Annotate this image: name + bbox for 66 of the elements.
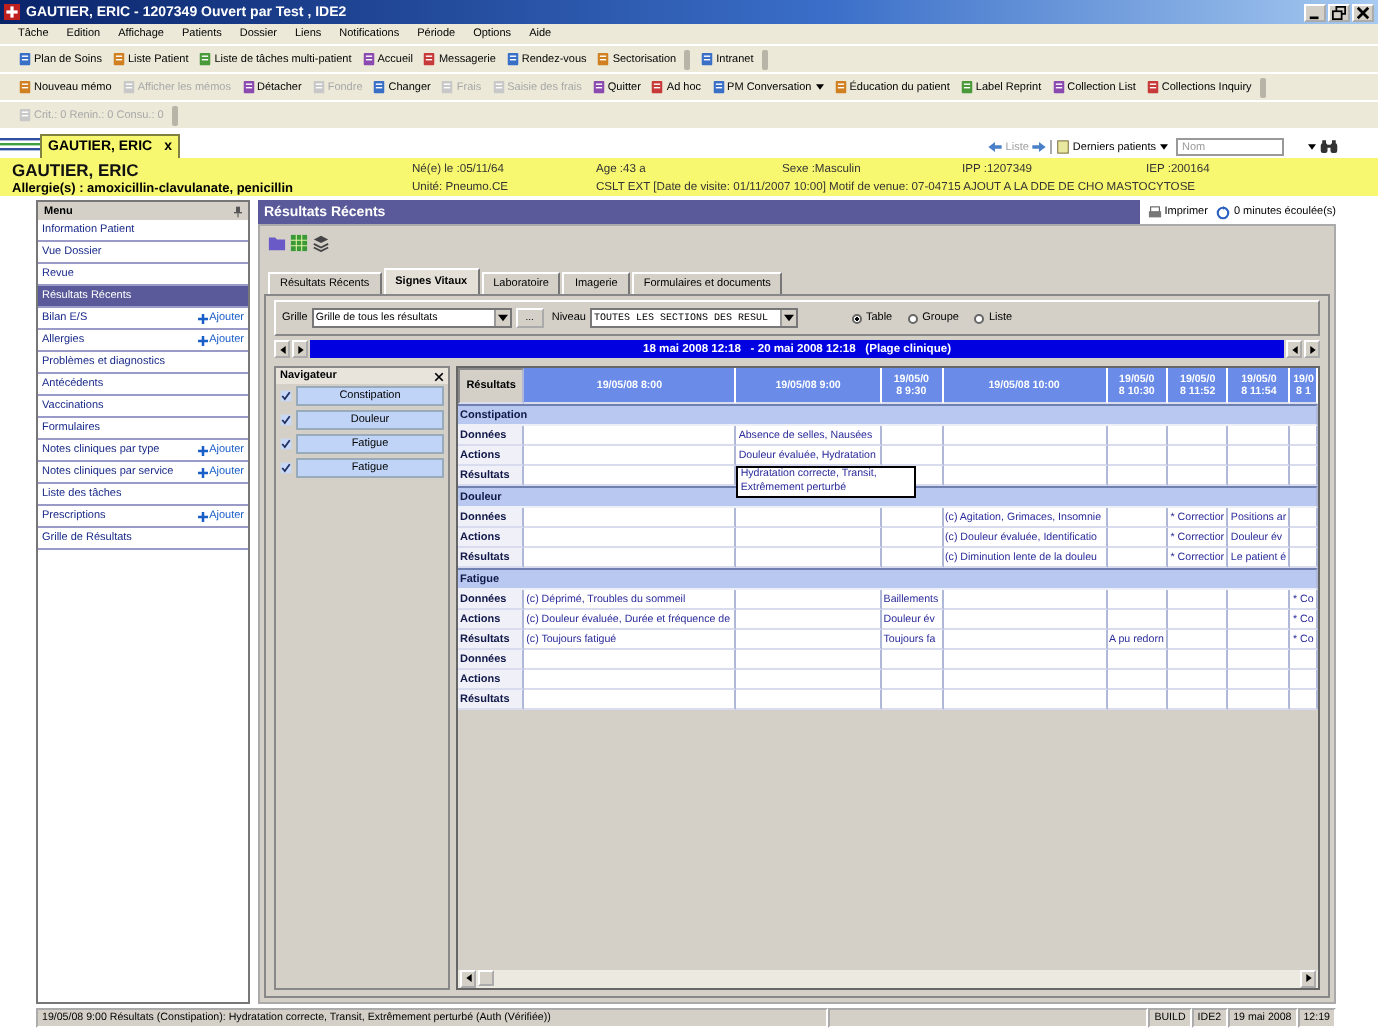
caret-icon	[497, 314, 508, 322]
close-button[interactable]	[1352, 3, 1374, 21]
scroll-right-button[interactable]	[1304, 340, 1320, 358]
left-triangle-icon	[1291, 345, 1297, 353]
document-icon	[18, 52, 32, 66]
close-icon[interactable]	[434, 371, 444, 381]
document-icon	[1056, 140, 1071, 154]
document-icon	[505, 52, 520, 66]
document-icon	[711, 80, 726, 94]
document-icon	[959, 80, 974, 94]
document-icon	[372, 80, 387, 94]
plus-icon	[197, 335, 208, 345]
document-icon	[18, 108, 32, 122]
document-icon	[650, 80, 665, 94]
document-icon	[491, 80, 506, 94]
document-icon	[596, 52, 611, 66]
plus-icon	[197, 313, 208, 323]
right-triangle-icon	[297, 345, 303, 353]
plus-icon	[197, 445, 208, 455]
plus-icon	[197, 467, 208, 477]
checkmark-icon[interactable]	[280, 390, 292, 402]
stripe-drawing	[0, 136, 40, 152]
document-icon	[1051, 80, 1066, 94]
checkmark-icon[interactable]	[280, 462, 292, 474]
document-icon	[1145, 80, 1160, 94]
left-arrow-icon[interactable]	[987, 142, 1002, 152]
scroll-left-button[interactable]	[1286, 340, 1302, 358]
document-icon	[311, 80, 326, 94]
document-icon	[700, 52, 715, 66]
stack-icon[interactable]	[312, 233, 330, 251]
document-icon	[361, 52, 376, 66]
checkmark-icon[interactable]	[280, 414, 292, 426]
document-icon	[591, 80, 606, 94]
right-arrow-icon[interactable]	[1032, 142, 1047, 152]
document-icon	[121, 80, 136, 94]
restore-button[interactable]	[1328, 3, 1350, 21]
plus-icon	[197, 511, 208, 521]
binoculars-icon[interactable]	[1320, 140, 1338, 154]
document-icon	[241, 80, 255, 94]
patient-name: GAUTIER, ERIC	[12, 159, 141, 179]
document-icon	[198, 52, 213, 66]
scroll-left-button[interactable]	[274, 340, 290, 358]
scroll-right-button[interactable]	[292, 340, 308, 358]
document-icon	[111, 52, 126, 66]
horizontal-scrollbar[interactable]	[458, 970, 1318, 988]
right-triangle-icon	[1309, 345, 1315, 353]
left-triangle-icon	[279, 345, 285, 353]
document-icon	[833, 80, 848, 94]
app-icon	[4, 4, 20, 20]
refresh-icon[interactable]	[1215, 205, 1230, 219]
document-icon	[18, 80, 32, 94]
left-triangle-icon	[465, 974, 471, 982]
close-icon	[1356, 5, 1370, 19]
minimize-button[interactable]	[1304, 3, 1326, 21]
document-icon	[440, 80, 455, 94]
printer-icon	[1148, 205, 1163, 219]
folder-icon[interactable]	[268, 233, 286, 251]
pin-icon[interactable]	[234, 205, 242, 217]
restore-icon	[1332, 5, 1346, 19]
caret-icon	[783, 314, 794, 322]
scrollbar-thumb[interactable]	[478, 970, 494, 986]
document-icon	[422, 52, 437, 66]
checkmark-icon[interactable]	[280, 438, 292, 450]
right-triangle-icon	[1305, 974, 1311, 982]
caret-icon	[1160, 144, 1168, 150]
caret-icon[interactable]	[1308, 144, 1316, 150]
